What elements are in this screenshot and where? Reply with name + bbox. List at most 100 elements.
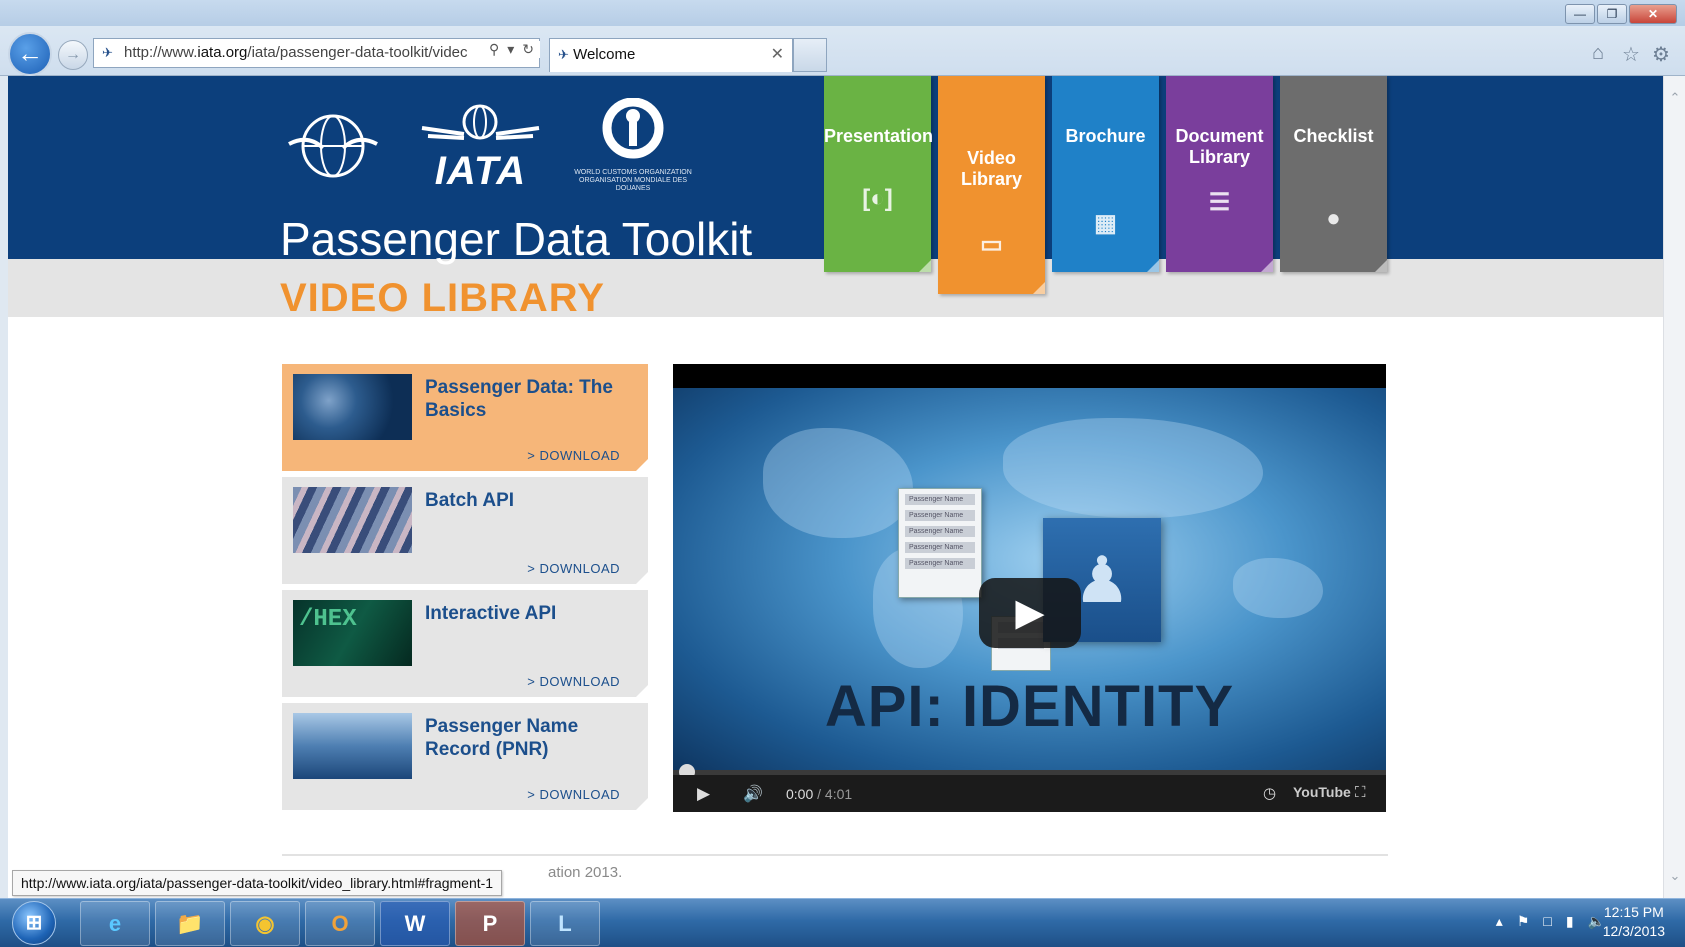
video-title[interactable]: Batch API xyxy=(425,489,635,512)
taskbar-outlook[interactable]: O xyxy=(305,901,375,946)
page-fold xyxy=(1033,282,1045,294)
scroll-down-icon[interactable]: ⌄ xyxy=(1667,868,1683,884)
video-thumbnail[interactable] xyxy=(293,374,412,440)
nav-tab-label: Checklist xyxy=(1293,126,1374,146)
page-title: VIDEO LIBRARY xyxy=(280,276,605,320)
address-path: /iata/passenger-data-toolkit/videc xyxy=(247,44,468,61)
download-link[interactable]: > DOWNLOAD xyxy=(527,561,620,576)
close-window-button[interactable]: ✕ xyxy=(1629,4,1677,24)
scroll-up-icon[interactable]: ⌃ xyxy=(1667,90,1683,106)
address-prefix: http://www. xyxy=(124,44,198,61)
player-controls: ▶ 🔊 0:00 / 4:01 ◷ YouTube ⛶ xyxy=(673,775,1386,812)
video-frame[interactable]: Passenger Name Passenger Name Passenger … xyxy=(673,388,1386,770)
video-item[interactable]: /HEX Interactive API > DOWNLOAD xyxy=(282,590,648,697)
screen: — ❐ ✕ ← → ✈ http://www.iata.org/iata/pass… xyxy=(0,0,1685,947)
close-tab-icon[interactable]: ✕ xyxy=(771,39,784,71)
page-fold xyxy=(1375,260,1387,272)
download-link[interactable]: > DOWNLOAD xyxy=(527,787,620,802)
favorites-star-icon[interactable]: ☆ xyxy=(1622,42,1640,67)
taskbar-file-explorer[interactable]: 📁 xyxy=(155,901,225,946)
page-fold xyxy=(919,260,931,272)
taskbar-internet-explorer[interactable]: e xyxy=(80,901,150,946)
show-hidden-icons-icon[interactable]: ▴ xyxy=(1496,913,1503,930)
address-host: iata.org xyxy=(197,44,248,61)
video-thumbnail[interactable] xyxy=(293,713,412,779)
youtube-logo[interactable]: YouTube xyxy=(1293,784,1351,800)
start-button[interactable]: ⊞ xyxy=(12,901,56,945)
new-tab-button[interactable] xyxy=(793,38,827,72)
video-thumbnail[interactable]: /HEX xyxy=(293,600,412,666)
nav-tab-video-library[interactable]: Video Library ▭ xyxy=(938,76,1045,294)
browser-navbar: ← → ✈ http://www.iata.org/iata/passenger-… xyxy=(0,26,1685,76)
address-bar[interactable]: ✈ http://www.iata.org/iata/passenger-data… xyxy=(93,38,540,68)
internet-explorer-icon: e xyxy=(108,911,122,936)
checklist-dot-icon: ● xyxy=(1326,205,1341,232)
watch-later-clock-icon[interactable]: ◷ xyxy=(1263,784,1276,802)
wco-name-en: WORLD CUSTOMS ORGANIZATION xyxy=(574,169,692,176)
map-continent xyxy=(1003,418,1263,518)
search-icon[interactable]: ⚲ xyxy=(489,41,499,58)
settings-gear-icon[interactable]: ⚙ xyxy=(1652,42,1670,67)
video-item[interactable]: Passenger Name Record (PNR) > DOWNLOAD xyxy=(282,703,648,810)
nav-tab-brochure[interactable]: Brochure ▦ xyxy=(1052,76,1159,272)
tab-welcome[interactable]: ✈ Welcome ✕ xyxy=(549,38,793,72)
home-icon[interactable]: ⌂ xyxy=(1592,42,1604,65)
nav-tab-label: Video xyxy=(967,148,1016,168)
video-title[interactable]: Interactive API xyxy=(425,602,635,625)
nav-tab-label: Presentation xyxy=(824,126,934,146)
window-titlebar: — ❐ ✕ xyxy=(0,0,1685,26)
taskbar-powerpoint[interactable]: P xyxy=(455,901,525,946)
page-fold xyxy=(1147,260,1159,272)
page-fold xyxy=(1261,260,1273,272)
system-clock[interactable]: 12:15 PM 12/3/2013 xyxy=(1603,903,1665,941)
taskbar-lync[interactable]: L xyxy=(530,901,600,946)
icao-emblem-icon xyxy=(288,114,378,178)
large-play-button[interactable]: ▶ xyxy=(979,578,1081,648)
video-item[interactable]: Passenger Data: The Basics > DOWNLOAD xyxy=(282,364,648,471)
minimize-button[interactable]: — xyxy=(1565,4,1595,24)
officer-icon: ♟ xyxy=(1073,544,1131,616)
video-list: Passenger Data: The Basics > DOWNLOAD Ba… xyxy=(282,364,648,816)
clock-time: 12:15 PM xyxy=(1603,904,1664,920)
iata-wordmark: IATA xyxy=(434,149,527,193)
windows-taskbar: ⊞ e 📁 ◉ O W P L ▴ ⚑ □ ▮ 🔈 12:15 PM 12/3/… xyxy=(0,898,1685,947)
windows-logo-icon: ⊞ xyxy=(25,912,43,934)
document-shelf-icon: ☰ xyxy=(1208,189,1231,216)
taskbar-word[interactable]: W xyxy=(380,901,450,946)
forward-button[interactable]: → xyxy=(58,40,88,70)
back-button[interactable]: ← xyxy=(8,32,52,76)
nav-tab-checklist[interactable]: Checklist ● xyxy=(1280,76,1387,272)
fullscreen-icon[interactable]: ⛶ xyxy=(1355,784,1366,801)
download-link[interactable]: > DOWNLOAD xyxy=(527,674,620,689)
nav-tab-label: Brochure xyxy=(1065,126,1146,146)
restore-button[interactable]: ❐ xyxy=(1597,4,1627,24)
download-link[interactable]: > DOWNLOAD xyxy=(527,448,620,463)
iata-logo: IATA xyxy=(418,104,543,193)
nav-tab-document-library[interactable]: Document Library ☰ xyxy=(1166,76,1273,272)
video-title[interactable]: Passenger Name Record (PNR) xyxy=(425,715,635,761)
site-favicon-icon: ✈ xyxy=(102,45,113,60)
nav-tab-label: Document xyxy=(1175,126,1264,146)
volume-icon[interactable]: 🔊 xyxy=(743,784,763,804)
video-item[interactable]: Batch API > DOWNLOAD xyxy=(282,477,648,584)
taskbar-chrome[interactable]: ◉ xyxy=(230,901,300,946)
power-icon[interactable]: □ xyxy=(1543,913,1551,930)
youtube-player[interactable]: Passenger Name Passenger Name Passenger … xyxy=(673,364,1386,812)
tab-favicon-icon: ✈ xyxy=(558,47,569,62)
action-center-flag-icon[interactable]: ⚑ xyxy=(1517,913,1530,930)
page-fold xyxy=(636,459,648,471)
outlook-icon: O xyxy=(331,911,349,936)
video-thumbnail[interactable] xyxy=(293,487,412,553)
nav-tab-label-2: Library xyxy=(1188,147,1251,167)
map-continent xyxy=(763,428,913,538)
dropdown-arrow-icon[interactable]: ▾ xyxy=(507,41,514,58)
document-row: Passenger Name xyxy=(905,494,975,505)
page-scrollbar[interactable]: ⌃ ⌄ xyxy=(1663,76,1685,898)
page-fold xyxy=(636,798,648,810)
video-title[interactable]: Passenger Data: The Basics xyxy=(425,376,635,422)
folder-icon: 📁 xyxy=(176,911,204,936)
play-button-icon[interactable]: ▶ xyxy=(697,784,710,804)
network-signal-icon[interactable]: ▮ xyxy=(1566,913,1574,930)
refresh-icon[interactable]: ↻ xyxy=(522,41,534,58)
nav-tab-presentation[interactable]: Presentation [◐] xyxy=(824,76,934,272)
